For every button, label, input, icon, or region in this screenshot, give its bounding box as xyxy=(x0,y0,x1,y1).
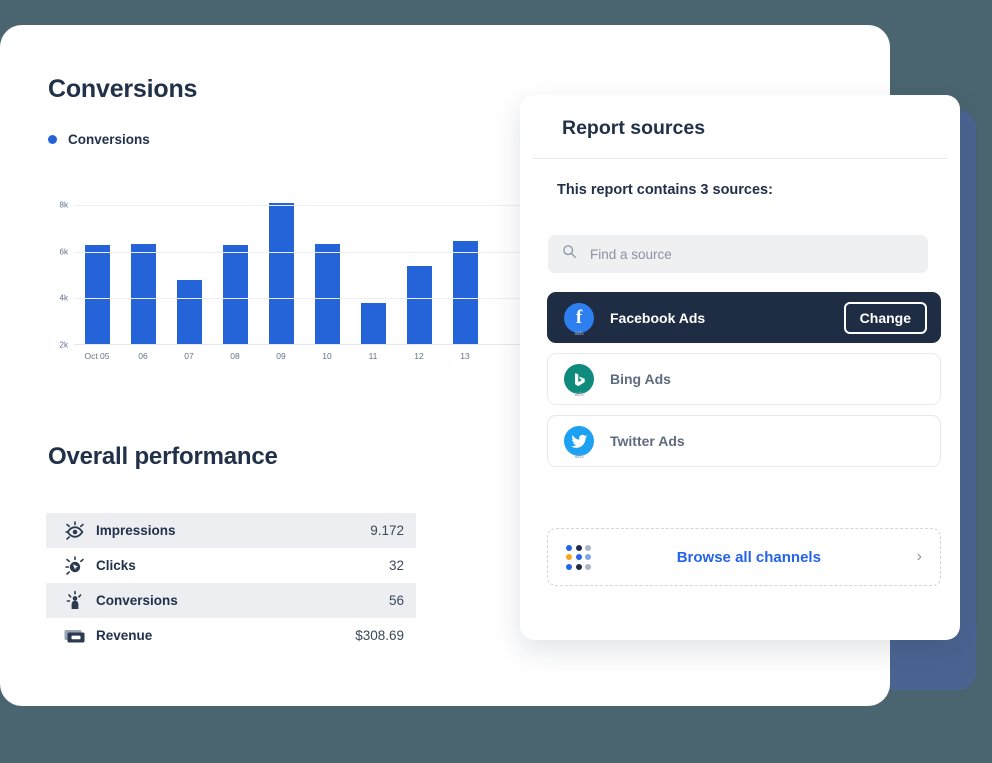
banknote-icon xyxy=(60,626,90,646)
change-source-button[interactable]: Change xyxy=(844,302,927,334)
x-axis-tick-label: 11 xyxy=(369,351,378,361)
search-input-placeholder: Find a source xyxy=(590,247,672,262)
x-axis-tick-label: 09 xyxy=(276,351,285,361)
browse-all-channels-row[interactable]: Browse all channels › xyxy=(547,528,941,586)
chart-y-axis: 8k6k4k2k xyxy=(44,195,72,345)
cursor-icon xyxy=(60,555,90,577)
chart-bars xyxy=(74,195,534,345)
x-axis-tick-label: 10 xyxy=(322,351,331,361)
x-axis-tick-label: 13 xyxy=(460,351,469,361)
x-axis-tick-label: 12 xyxy=(414,351,423,361)
legend-color-dot xyxy=(48,135,57,144)
grid-dot xyxy=(566,564,572,570)
y-axis-tick-label: 8k xyxy=(60,201,68,210)
metric-value: 32 xyxy=(389,558,404,573)
chart-bar xyxy=(166,195,212,345)
y-axis-tick-label: 4k xyxy=(60,294,68,303)
facebook-icon: fads xyxy=(564,303,594,333)
browse-all-channels-label: Browse all channels xyxy=(581,549,917,566)
screen: Conversions Conversions 8k 6k 4k 2k Oct 05 0… xyxy=(0,0,992,763)
panel-subtitle: This report contains 3 sources: xyxy=(557,182,773,198)
report-sources-panel: Report sources This report contains 3 so… xyxy=(520,95,960,640)
grid-dot xyxy=(566,554,572,560)
chart-bar xyxy=(396,195,442,345)
chart-bar-rect xyxy=(223,245,248,345)
metric-value: $308.69 xyxy=(355,628,404,643)
chart-bar xyxy=(304,195,350,345)
chart-bar-rect xyxy=(177,280,202,345)
chart-bar-rect xyxy=(453,241,478,345)
twitter-icon: ads xyxy=(564,426,594,456)
chart-bar-rect xyxy=(315,244,340,346)
chart-bar-rect xyxy=(407,266,432,345)
panel-title: Report sources xyxy=(562,117,705,140)
metric-label: Conversions xyxy=(90,593,389,608)
metric-label: Impressions xyxy=(90,523,370,538)
chart-bar-rect xyxy=(85,245,110,345)
chart-bar xyxy=(120,195,166,345)
chart-bar-rect xyxy=(361,303,386,345)
y-axis-tick-label: 2k xyxy=(60,341,68,350)
metric-value: 9.172 xyxy=(370,523,404,538)
conversions-bar-chart: 8k 6k 4k 2k Oct 05 06 07 08 09 10 11 12 13 xyxy=(44,195,534,375)
person-icon xyxy=(60,590,90,612)
metric-value: 56 xyxy=(389,593,404,608)
source-list: fads Facebook Ads Change ads Bing Ads ads Tw… xyxy=(547,292,941,477)
grid-dot xyxy=(566,545,572,551)
ads-tag-label: ads xyxy=(574,392,583,398)
chart-bar xyxy=(212,195,258,345)
source-search-box[interactable]: Find a source xyxy=(548,235,928,273)
overall-performance-table: Impressions9.172 Clicks32 Conversions56 … xyxy=(46,513,416,653)
source-list-item[interactable]: fads Facebook Ads Change xyxy=(547,292,941,343)
ads-tag-label: ads xyxy=(574,331,583,337)
ads-tag-label: ads xyxy=(574,454,583,460)
table-row: Revenue$308.69 xyxy=(46,618,416,653)
chart-gridline xyxy=(74,205,534,206)
search-icon xyxy=(562,244,577,264)
chevron-right-icon: › xyxy=(917,548,922,566)
x-axis-tick-label: 08 xyxy=(230,351,239,361)
chart-legend: Conversions xyxy=(48,132,150,147)
y-axis-tick-label: 6k xyxy=(60,247,68,256)
chart-bar-rect xyxy=(269,203,294,345)
eye-icon xyxy=(60,520,90,542)
legend-label: Conversions xyxy=(68,132,150,147)
chart-bar xyxy=(258,195,304,345)
overall-performance-title: Overall performance xyxy=(48,443,278,471)
table-row: Impressions9.172 xyxy=(46,513,416,548)
source-name: Twitter Ads xyxy=(610,433,685,449)
chart-plot-area xyxy=(74,195,534,345)
table-row: Clicks32 xyxy=(46,548,416,583)
chart-bar-rect xyxy=(131,244,156,346)
chart-bar xyxy=(442,195,488,345)
source-list-item[interactable]: ads Bing Ads xyxy=(547,353,941,405)
source-name: Bing Ads xyxy=(610,371,671,387)
chart-bar xyxy=(74,195,120,345)
source-list-item[interactable]: ads Twitter Ads xyxy=(547,415,941,467)
chart-bar xyxy=(350,195,396,345)
x-axis-tick-label: 06 xyxy=(138,351,147,361)
metric-label: Clicks xyxy=(90,558,389,573)
panel-divider xyxy=(532,158,948,159)
table-row: Conversions56 xyxy=(46,583,416,618)
metric-label: Revenue xyxy=(90,628,355,643)
x-axis-tick-label: 07 xyxy=(184,351,193,361)
source-name: Facebook Ads xyxy=(610,310,705,326)
chart-x-axis: Oct 05 06 07 08 09 10 11 12 13 xyxy=(74,351,534,371)
page-title: Conversions xyxy=(48,75,197,104)
chart-gridline xyxy=(74,298,534,299)
chart-gridline xyxy=(74,252,534,253)
x-axis-tick-label: Oct 05 xyxy=(84,351,109,361)
bing-icon: ads xyxy=(564,364,594,394)
